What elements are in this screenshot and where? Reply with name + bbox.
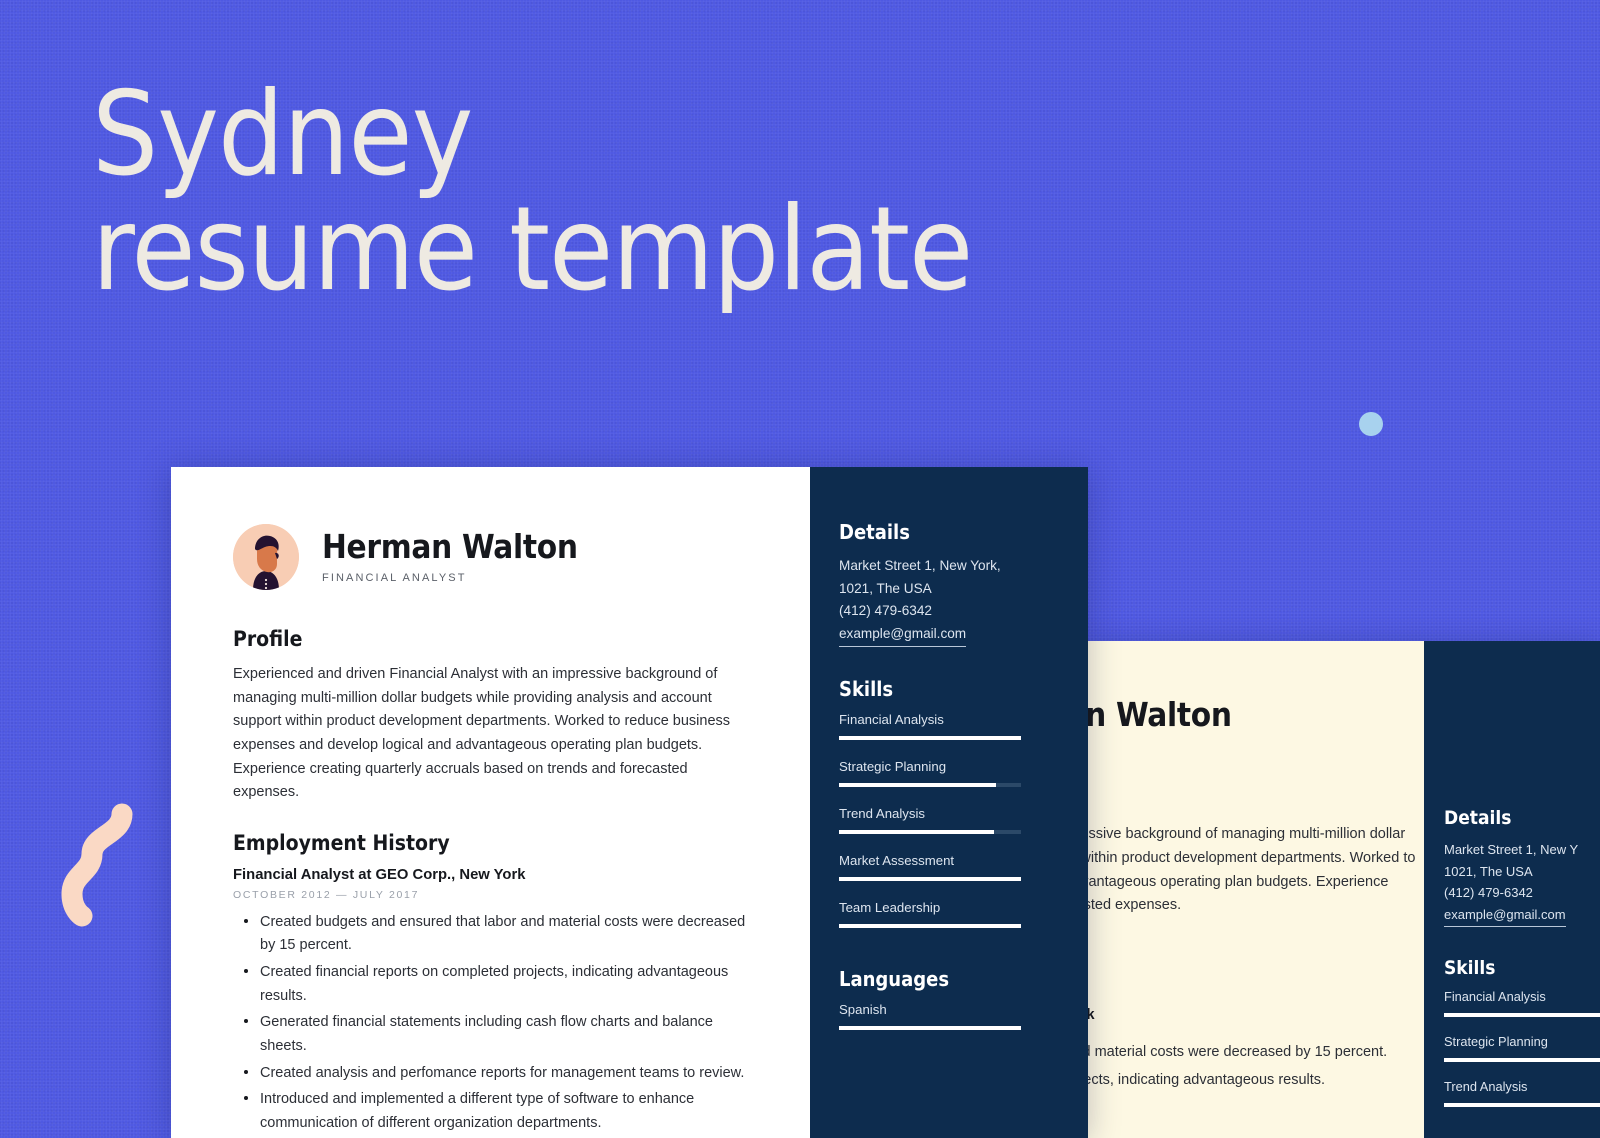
resume-main-column: Herman Walton FINANCIAL ANALYST Profile …	[171, 467, 810, 1138]
back-address-line-1: Market Street 1, New Y	[1444, 842, 1579, 857]
resume-back-bullets: Created budgets and ensured that labor a…	[1088, 1041, 1424, 1097]
skill-label: Financial Analysis	[839, 712, 944, 728]
hero-line-2: resume template	[92, 181, 973, 317]
employment-bullets: Created budgets and ensured that labor a…	[233, 911, 754, 1138]
skill-label: Team Leadership	[839, 900, 941, 916]
skill-bar	[839, 830, 1021, 835]
resume-back-sidebar: Details Market Street 1, New Y 1021, The…	[1424, 641, 1600, 1138]
back-details-heading: Details	[1444, 807, 1512, 829]
resume-identity: Herman Walton FINANCIAL ANALYST	[322, 530, 578, 584]
address-line-2: 1021, The USA	[839, 580, 932, 596]
back-skill-bar	[1444, 1013, 1600, 1018]
language-bar	[839, 1026, 1021, 1031]
page-title: Sydney resume template	[92, 67, 1212, 317]
back-skill-bar	[1444, 1058, 1600, 1063]
avatar	[233, 524, 299, 590]
list-item: Created financial reports on completed p…	[1088, 1069, 1424, 1093]
languages-heading: Languages	[839, 967, 950, 992]
back-skill-item: Strategic Planning	[1444, 1034, 1600, 1063]
resume-back-job-title: Financial Analyst at GEO Corp., New York	[1088, 1007, 1095, 1023]
resume-header: Herman Walton FINANCIAL ANALYST	[233, 524, 754, 590]
skill-bar	[839, 924, 1021, 929]
skill-bar	[839, 783, 1021, 788]
language-item: Spanish	[839, 1002, 1021, 1031]
skill-item: Financial Analysis	[839, 712, 1021, 741]
list-item: Created financial reports on completed p…	[233, 961, 754, 1008]
list-item: Created budgets and ensured that labor a…	[233, 911, 754, 958]
job-title: Financial Analyst at GEO Corp., New York	[233, 866, 526, 883]
back-skill-item: Financial Analysis	[1444, 989, 1600, 1018]
employment-heading: Employment History	[233, 830, 450, 855]
back-skill-label: Financial Analysis	[1444, 989, 1546, 1005]
language-label: Spanish	[839, 1002, 887, 1018]
back-skill-label: Trend Analysis	[1444, 1079, 1528, 1095]
back-skill-label: Strategic Planning	[1444, 1034, 1548, 1050]
resume-name: Herman Walton	[322, 527, 578, 567]
skill-item: Team Leadership	[839, 900, 1021, 929]
skills-heading: Skills	[839, 677, 894, 702]
peach-squiggle-icon	[61, 803, 133, 927]
address-line-1: Market Street 1, New York,	[839, 558, 1001, 573]
back-email-link[interactable]: example@gmail.com	[1444, 904, 1566, 928]
email-link[interactable]: example@gmail.com	[839, 623, 967, 648]
resume-back-profile-text: Experienced and driven Financial Analyst…	[1088, 826, 1416, 914]
skill-item: Strategic Planning	[839, 759, 1021, 788]
hero-line-1: Sydney	[92, 67, 473, 202]
skill-bar	[839, 736, 1021, 741]
details-heading: Details	[839, 520, 910, 544]
profile-heading: Profile	[233, 627, 303, 651]
back-skills-heading: Skills	[1444, 957, 1496, 980]
skill-bar	[839, 877, 1021, 882]
skill-label: Market Assessment	[839, 853, 955, 869]
phone-number: (412) 479-6342	[839, 603, 932, 619]
resume-back-main: Herman Walton Experienced and driven Fin…	[1088, 641, 1424, 1138]
list-item: Introduced and implemented a different t…	[233, 1088, 754, 1135]
resume-card-back: Herman Walton Experienced and driven Fin…	[1088, 641, 1600, 1138]
list-item: Created budgets and ensured that labor a…	[1088, 1041, 1424, 1065]
back-skill-bar	[1444, 1103, 1600, 1108]
back-phone: (412) 479-6342	[1444, 885, 1533, 901]
list-item: Created analysis and perfomance reports …	[233, 1062, 754, 1086]
skill-label: Trend Analysis	[839, 806, 926, 822]
skill-item: Trend Analysis	[839, 806, 1021, 835]
skill-item: Market Assessment	[839, 853, 1021, 882]
light-blue-dot-icon	[1359, 412, 1383, 436]
resume-role: FINANCIAL ANALYST	[322, 571, 467, 584]
resume-card-front: Herman Walton FINANCIAL ANALYST Profile …	[171, 467, 1088, 1138]
resume-back-name: Herman Walton	[1088, 695, 1232, 734]
profile-text: Experienced and driven Financial Analyst…	[233, 666, 731, 801]
back-address-line-2: 1021, The USA	[1444, 863, 1533, 879]
resume-sidebar: Details Market Street 1, New York, 1021,…	[810, 467, 1088, 1138]
skill-label: Strategic Planning	[839, 759, 947, 775]
job-date: OCTOBER 2012 — JULY 2017	[233, 888, 420, 901]
back-skill-item: Trend Analysis	[1444, 1079, 1600, 1108]
list-item: Generated financial statements including…	[233, 1011, 754, 1058]
